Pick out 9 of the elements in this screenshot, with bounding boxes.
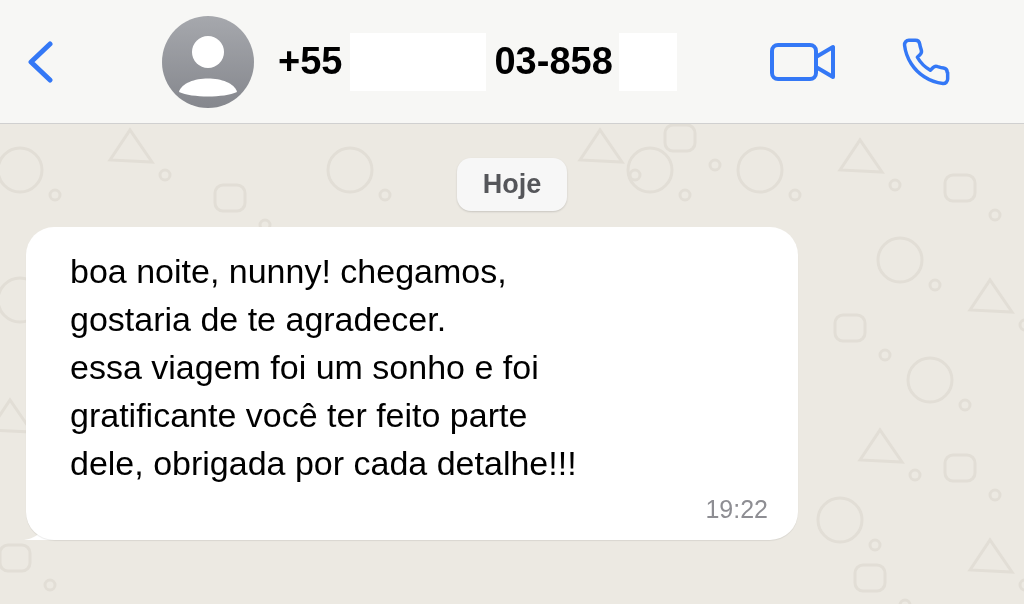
contact-number: 03-858 xyxy=(494,39,613,84)
video-camera-icon xyxy=(770,41,836,82)
contact-number: +55 xyxy=(278,39,343,84)
message-text: boa noite, nunny! chegamos, gostaria de te agradecer. essa viagem foi um sonho e foi gratificante você ter feito parte dele, obrigada por cada detalhe!!! xyxy=(70,250,578,484)
date-divider: Hoje xyxy=(456,158,568,211)
back-chevron-icon xyxy=(26,40,54,83)
message-time: 19:22 xyxy=(705,493,768,525)
avatar-icon[interactable] xyxy=(162,15,254,108)
video-call-button[interactable] xyxy=(770,41,836,82)
